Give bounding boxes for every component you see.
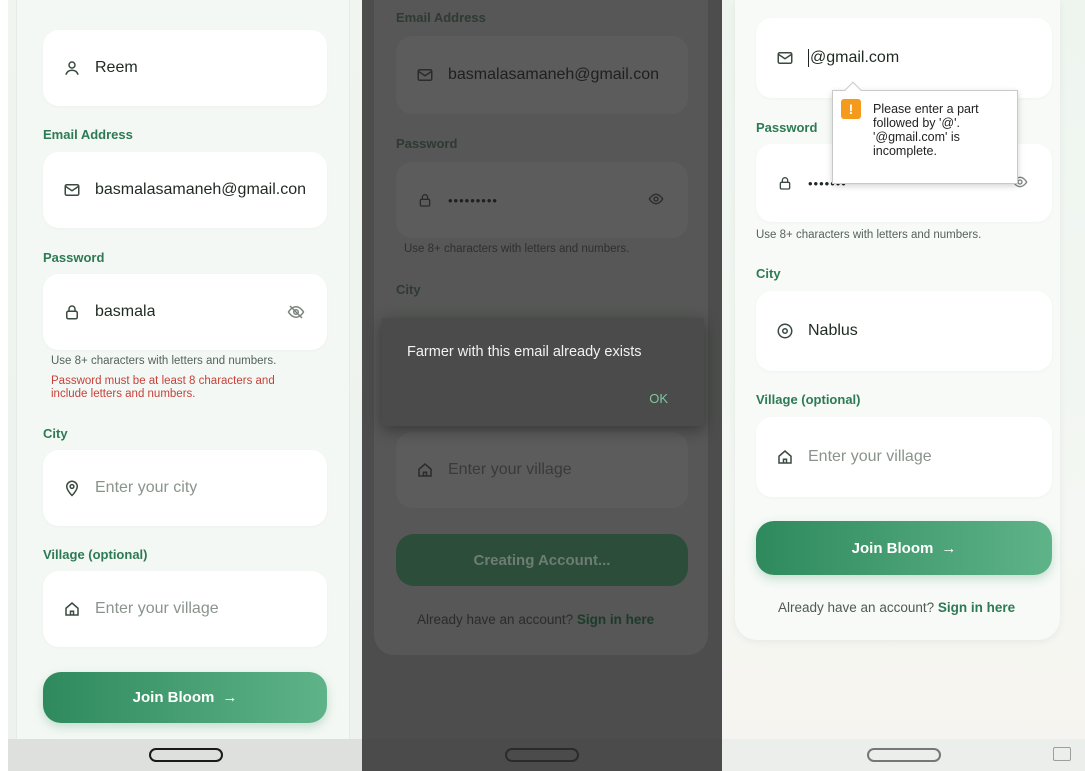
city-field[interactable]: Nablus xyxy=(756,291,1052,371)
city-label: City xyxy=(396,282,421,297)
system-nav-bar xyxy=(722,739,1085,771)
password-label: Password xyxy=(756,120,818,135)
text-caret xyxy=(808,49,809,67)
location-icon xyxy=(774,320,796,342)
lock-icon xyxy=(414,189,436,211)
lock-icon xyxy=(774,172,796,194)
screenshot-panel-3: @gmail.com Password ••••••• Use 8+ chara… xyxy=(722,0,1085,771)
password-hint: Use 8+ characters with letters and numbe… xyxy=(404,243,630,255)
arrow-right-icon: → xyxy=(222,689,238,706)
keyboard-icon[interactable] xyxy=(1053,747,1071,761)
city-field[interactable]: Enter your city xyxy=(43,450,327,526)
tooltip-text: Please enter a part followed by '@'. '@g… xyxy=(873,102,1013,158)
password-value: ••••••••• xyxy=(448,192,498,208)
user-icon xyxy=(61,57,83,79)
validation-tooltip: ! Please enter a part followed by '@'. '… xyxy=(832,81,1018,184)
screenshot-panel-2: Email Address basmalasamaneh@gmail.con P… xyxy=(362,0,722,771)
village-placeholder: Enter your village xyxy=(95,600,219,617)
email-field[interactable]: basmalasamaneh@gmail.con xyxy=(43,152,327,228)
join-bloom-label: Join Bloom xyxy=(851,539,934,557)
home-icon xyxy=(61,598,83,620)
home-icon xyxy=(774,446,796,468)
mail-icon xyxy=(774,47,796,69)
home-button[interactable] xyxy=(866,748,941,762)
password-label: Password xyxy=(43,250,105,265)
creating-account-label: Creating Account... xyxy=(473,551,611,569)
location-icon xyxy=(61,477,83,499)
signin-link[interactable]: Sign in here xyxy=(577,612,654,627)
join-bloom-button[interactable]: Join Bloom → xyxy=(756,521,1052,575)
email-value: basmalasamaneh@gmail.con xyxy=(95,181,307,198)
warning-icon: ! xyxy=(841,99,861,119)
password-hint: Use 8+ characters with letters and numbe… xyxy=(756,229,982,241)
email-label: Email Address xyxy=(396,10,486,25)
signin-text: Already have an account? xyxy=(778,600,935,615)
password-field[interactable]: basmala xyxy=(43,274,327,350)
city-placeholder: Enter your city xyxy=(95,479,198,496)
city-label: City xyxy=(43,426,68,441)
home-button[interactable] xyxy=(148,748,223,762)
eye-icon[interactable] xyxy=(648,191,666,209)
screenshot-panel-1: Reem Email Address basmalasamaneh@gmail.… xyxy=(8,0,363,771)
email-field[interactable]: @gmail.com xyxy=(756,18,1052,98)
city-value: Nablus xyxy=(808,322,858,339)
email-label: Email Address xyxy=(43,127,133,142)
village-label: Village (optional) xyxy=(756,392,861,407)
password-error-line2: include letters and numbers. xyxy=(51,388,196,400)
tooltip-line2: followed by '@'. xyxy=(873,116,960,130)
name-value: Reem xyxy=(95,59,138,76)
signin-link[interactable]: Sign in here xyxy=(938,600,1015,615)
dialog-ok-button[interactable]: OK xyxy=(649,391,668,406)
arrow-right-icon: → xyxy=(941,539,957,557)
password-value: basmala xyxy=(95,303,156,320)
name-field[interactable]: Reem xyxy=(43,30,327,106)
system-nav-bar xyxy=(362,739,722,771)
tooltip-line1: Please enter a part xyxy=(873,102,979,116)
village-label: Village (optional) xyxy=(43,547,148,562)
tooltip-line3: '@gmail.com' is xyxy=(873,130,960,144)
home-icon xyxy=(414,459,436,481)
password-label: Password xyxy=(396,136,458,151)
system-nav-bar xyxy=(8,739,363,771)
signin-text: Already have an account? xyxy=(417,612,574,627)
dialog-message: Farmer with this email already exists xyxy=(407,344,642,360)
village-field[interactable]: Enter your village xyxy=(396,432,688,508)
village-placeholder: Enter your village xyxy=(808,448,932,465)
lock-icon xyxy=(61,301,83,323)
creating-account-button[interactable]: Creating Account... xyxy=(396,534,688,586)
city-label: City xyxy=(756,266,781,281)
password-field[interactable]: ••••••••• xyxy=(396,162,688,238)
tooltip-line4: incomplete. xyxy=(873,144,937,158)
home-button[interactable] xyxy=(505,748,579,762)
email-value: @gmail.com xyxy=(810,49,900,66)
eye-off-icon[interactable] xyxy=(287,303,305,321)
error-dialog: Farmer with this email already exists OK xyxy=(382,318,704,426)
mail-icon xyxy=(61,179,83,201)
password-error-line1: Password must be at least 8 characters a… xyxy=(51,375,275,387)
signin-prompt: Already have an account? Sign in here xyxy=(417,612,654,627)
signin-prompt: Already have an account? Sign in here xyxy=(778,600,1015,615)
mail-icon xyxy=(414,64,436,86)
email-field[interactable]: basmalasamaneh@gmail.con xyxy=(396,36,688,114)
village-field[interactable]: Enter your village xyxy=(43,571,327,647)
signup-card: Reem Email Address basmalasamaneh@gmail.… xyxy=(16,0,350,771)
village-placeholder: Enter your village xyxy=(448,461,572,478)
password-hint: Use 8+ characters with letters and numbe… xyxy=(51,355,277,367)
join-bloom-button[interactable]: Join Bloom → xyxy=(43,672,327,723)
village-field[interactable]: Enter your village xyxy=(756,417,1052,497)
email-value: basmalasamaneh@gmail.con xyxy=(448,66,660,83)
join-bloom-label: Join Bloom xyxy=(132,689,215,706)
